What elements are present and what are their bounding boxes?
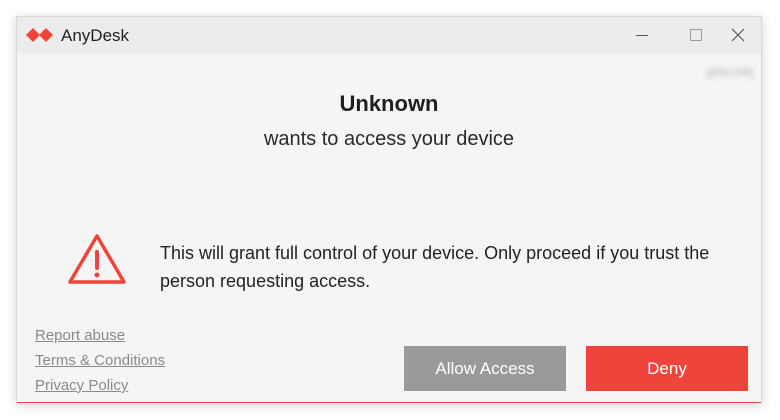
report-abuse-link[interactable]: Report abuse <box>35 323 165 348</box>
window-accent-border <box>17 402 761 403</box>
close-icon <box>731 28 745 42</box>
anydesk-logo-icon <box>26 28 53 42</box>
minimize-button[interactable] <box>619 17 665 53</box>
warning-message: This will grant full control of your dev… <box>160 243 710 291</box>
title-bar[interactable]: AnyDesk <box>17 17 761 53</box>
maximize-button[interactable] <box>673 17 719 53</box>
allow-access-button[interactable]: Allow Access <box>404 346 566 391</box>
terms-link[interactable]: Terms & Conditions <box>35 348 165 373</box>
request-message: wants to access your device <box>263 128 515 150</box>
requester-name: Unknown <box>339 91 439 116</box>
window-title: AnyDesk <box>61 26 130 45</box>
privacy-policy-link[interactable]: Privacy Policy <box>35 373 165 398</box>
minimize-icon <box>636 35 648 36</box>
deny-button[interactable]: Deny <box>586 346 748 391</box>
anydesk-access-dialog: AnyDesk g5fw1l4lj Unknown wants to acces… <box>16 16 762 403</box>
maximize-icon <box>690 29 702 41</box>
close-button[interactable] <box>715 17 761 53</box>
footer-links: Report abuse Terms & Conditions Privacy … <box>35 323 165 398</box>
warning-icon <box>68 234 126 284</box>
device-id: g5fw1l4lj <box>706 65 753 79</box>
